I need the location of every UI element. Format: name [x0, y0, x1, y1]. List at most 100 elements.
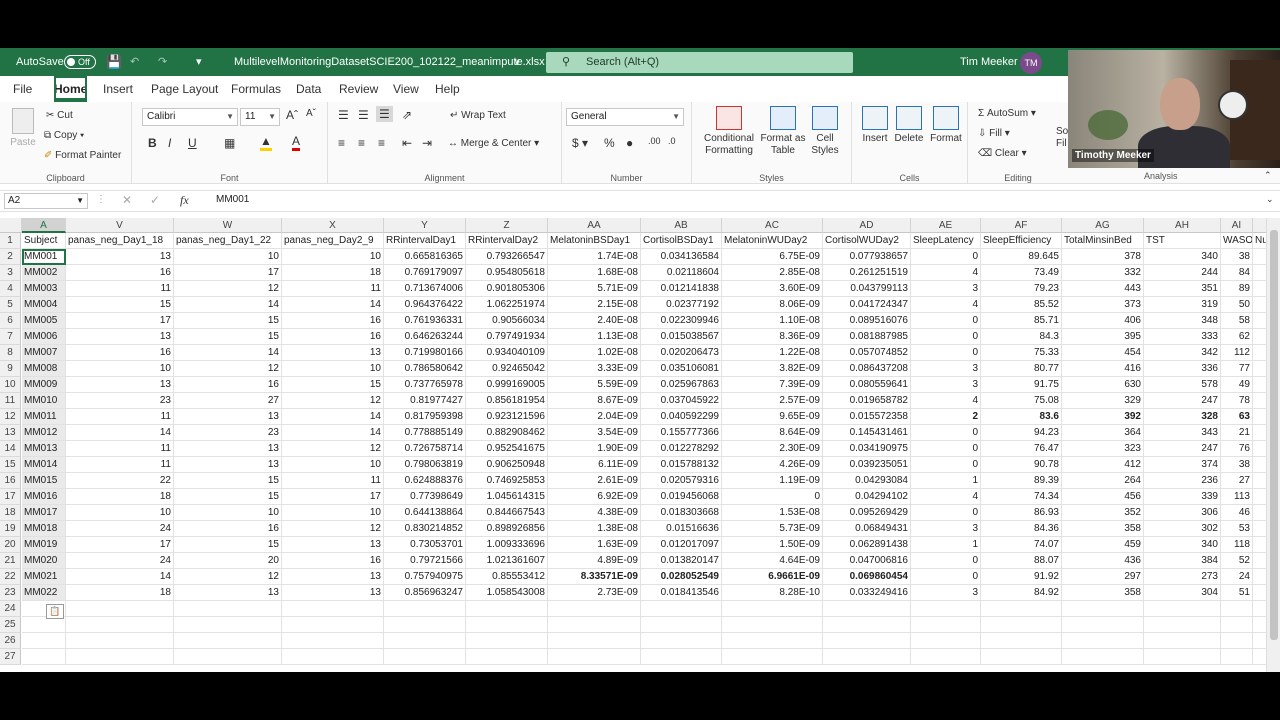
- data-cell[interactable]: [722, 617, 823, 633]
- data-cell[interactable]: 13: [282, 537, 384, 553]
- scrollbar-thumb[interactable]: [1270, 230, 1278, 640]
- data-cell[interactable]: 1.74E-08: [548, 249, 641, 265]
- data-cell[interactable]: [384, 649, 466, 665]
- data-cell[interactable]: 0.85553412: [466, 569, 548, 585]
- data-cell[interactable]: 0.062891438: [823, 537, 911, 553]
- data-cell[interactable]: 8.64E-09: [722, 425, 823, 441]
- data-cell[interactable]: [911, 601, 981, 617]
- data-cell[interactable]: 0.786580642: [384, 361, 466, 377]
- data-cell[interactable]: 0.778885149: [384, 425, 466, 441]
- data-cell[interactable]: [981, 633, 1062, 649]
- data-cell[interactable]: 0.01516636: [641, 521, 722, 537]
- data-cell[interactable]: 0.761936331: [384, 313, 466, 329]
- subject-cell[interactable]: MM007: [22, 345, 66, 361]
- data-cell[interactable]: [282, 601, 384, 617]
- data-cell[interactable]: [722, 649, 823, 665]
- data-cell[interactable]: 1.062251974: [466, 297, 548, 313]
- column-header[interactable]: V: [66, 218, 174, 233]
- data-cell[interactable]: 0.033249416: [823, 585, 911, 601]
- percent-icon[interactable]: %: [604, 136, 615, 150]
- subject-cell[interactable]: MM010: [22, 393, 66, 409]
- data-cell[interactable]: 1.22E-08: [722, 345, 823, 361]
- data-cell[interactable]: [911, 649, 981, 665]
- font-color-icon[interactable]: A: [292, 134, 301, 151]
- data-cell[interactable]: 4.89E-09: [548, 553, 641, 569]
- row-header[interactable]: 9: [0, 361, 21, 377]
- data-cell[interactable]: [174, 633, 282, 649]
- sort-filter-label-1[interactable]: So: [1056, 126, 1068, 137]
- data-cell[interactable]: [1253, 249, 1266, 265]
- data-cell[interactable]: 77: [1221, 361, 1253, 377]
- data-cell[interactable]: 12: [282, 441, 384, 457]
- data-cell[interactable]: [174, 601, 282, 617]
- data-cell[interactable]: [1253, 297, 1266, 313]
- data-cell[interactable]: 0.028052549: [641, 569, 722, 585]
- data-cell[interactable]: 0: [911, 457, 981, 473]
- data-cell[interactable]: 17: [66, 537, 174, 553]
- data-cell[interactable]: 1.13E-08: [548, 329, 641, 345]
- data-cell[interactable]: 443: [1062, 281, 1144, 297]
- data-cell[interactable]: [548, 617, 641, 633]
- align-top-icon[interactable]: ☰: [338, 108, 349, 122]
- data-cell[interactable]: 4: [911, 265, 981, 281]
- data-cell[interactable]: 12: [174, 569, 282, 585]
- row-header[interactable]: 21: [0, 553, 21, 569]
- data-cell[interactable]: 0.025967863: [641, 377, 722, 393]
- data-cell[interactable]: 0.797491934: [466, 329, 548, 345]
- data-cell[interactable]: 11: [282, 281, 384, 297]
- data-cell[interactable]: 3: [911, 377, 981, 393]
- data-cell[interactable]: 0.081887985: [823, 329, 911, 345]
- data-cell[interactable]: 27: [174, 393, 282, 409]
- data-cell[interactable]: 340: [1144, 249, 1221, 265]
- name-box[interactable]: A2 ▼: [4, 193, 88, 209]
- data-cell[interactable]: 0.92465042: [466, 361, 548, 377]
- data-cell[interactable]: [1253, 585, 1266, 601]
- borders-icon[interactable]: ▦: [224, 136, 235, 150]
- data-cell[interactable]: [282, 617, 384, 633]
- data-cell[interactable]: [1062, 601, 1144, 617]
- data-cell[interactable]: 0.817959398: [384, 409, 466, 425]
- data-cell[interactable]: 0.039235051: [823, 457, 911, 473]
- data-cell[interactable]: [1144, 617, 1221, 633]
- data-cell[interactable]: 0.757940975: [384, 569, 466, 585]
- data-cell[interactable]: 0.882908462: [466, 425, 548, 441]
- data-cell[interactable]: 0.019456068: [641, 489, 722, 505]
- data-cell[interactable]: 0.057074852: [823, 345, 911, 361]
- data-cell[interactable]: 1.19E-09: [722, 473, 823, 489]
- data-cell[interactable]: 1.38E-08: [548, 521, 641, 537]
- data-cell[interactable]: 94.23: [981, 425, 1062, 441]
- row-header[interactable]: 2: [0, 249, 21, 265]
- header-cell[interactable]: RRintervalDay1: [384, 233, 466, 249]
- header-cell[interactable]: Subject: [22, 233, 66, 249]
- data-cell[interactable]: 24: [66, 521, 174, 537]
- subject-cell[interactable]: MM003: [22, 281, 66, 297]
- data-cell[interactable]: 1.009333696: [466, 537, 548, 553]
- data-cell[interactable]: 0: [911, 345, 981, 361]
- data-cell[interactable]: 0.646263244: [384, 329, 466, 345]
- data-cell[interactable]: [282, 649, 384, 665]
- data-cell[interactable]: 13: [282, 345, 384, 361]
- data-cell[interactable]: [466, 601, 548, 617]
- data-cell[interactable]: 13: [174, 409, 282, 425]
- data-cell[interactable]: 80.77: [981, 361, 1062, 377]
- data-cell[interactable]: 2: [911, 409, 981, 425]
- data-cell[interactable]: 53: [1221, 521, 1253, 537]
- tab-home[interactable]: Home: [54, 76, 88, 102]
- data-cell[interactable]: [384, 617, 466, 633]
- data-cell[interactable]: 0: [911, 425, 981, 441]
- data-cell[interactable]: [548, 649, 641, 665]
- data-cell[interactable]: [1253, 569, 1266, 585]
- data-cell[interactable]: 17: [282, 489, 384, 505]
- data-cell[interactable]: 112: [1221, 345, 1253, 361]
- subject-cell[interactable]: MM022: [22, 585, 66, 601]
- data-cell[interactable]: 0.261251519: [823, 265, 911, 281]
- row-header[interactable]: 8: [0, 345, 21, 361]
- data-cell[interactable]: 0.90566034: [466, 313, 548, 329]
- subject-cell[interactable]: MM018: [22, 521, 66, 537]
- data-cell[interactable]: [548, 633, 641, 649]
- insert-function-icon[interactable]: fx: [180, 193, 189, 208]
- data-cell[interactable]: 273: [1144, 569, 1221, 585]
- data-cell[interactable]: 74.34: [981, 489, 1062, 505]
- data-cell[interactable]: 14: [282, 409, 384, 425]
- data-cell[interactable]: 9.65E-09: [722, 409, 823, 425]
